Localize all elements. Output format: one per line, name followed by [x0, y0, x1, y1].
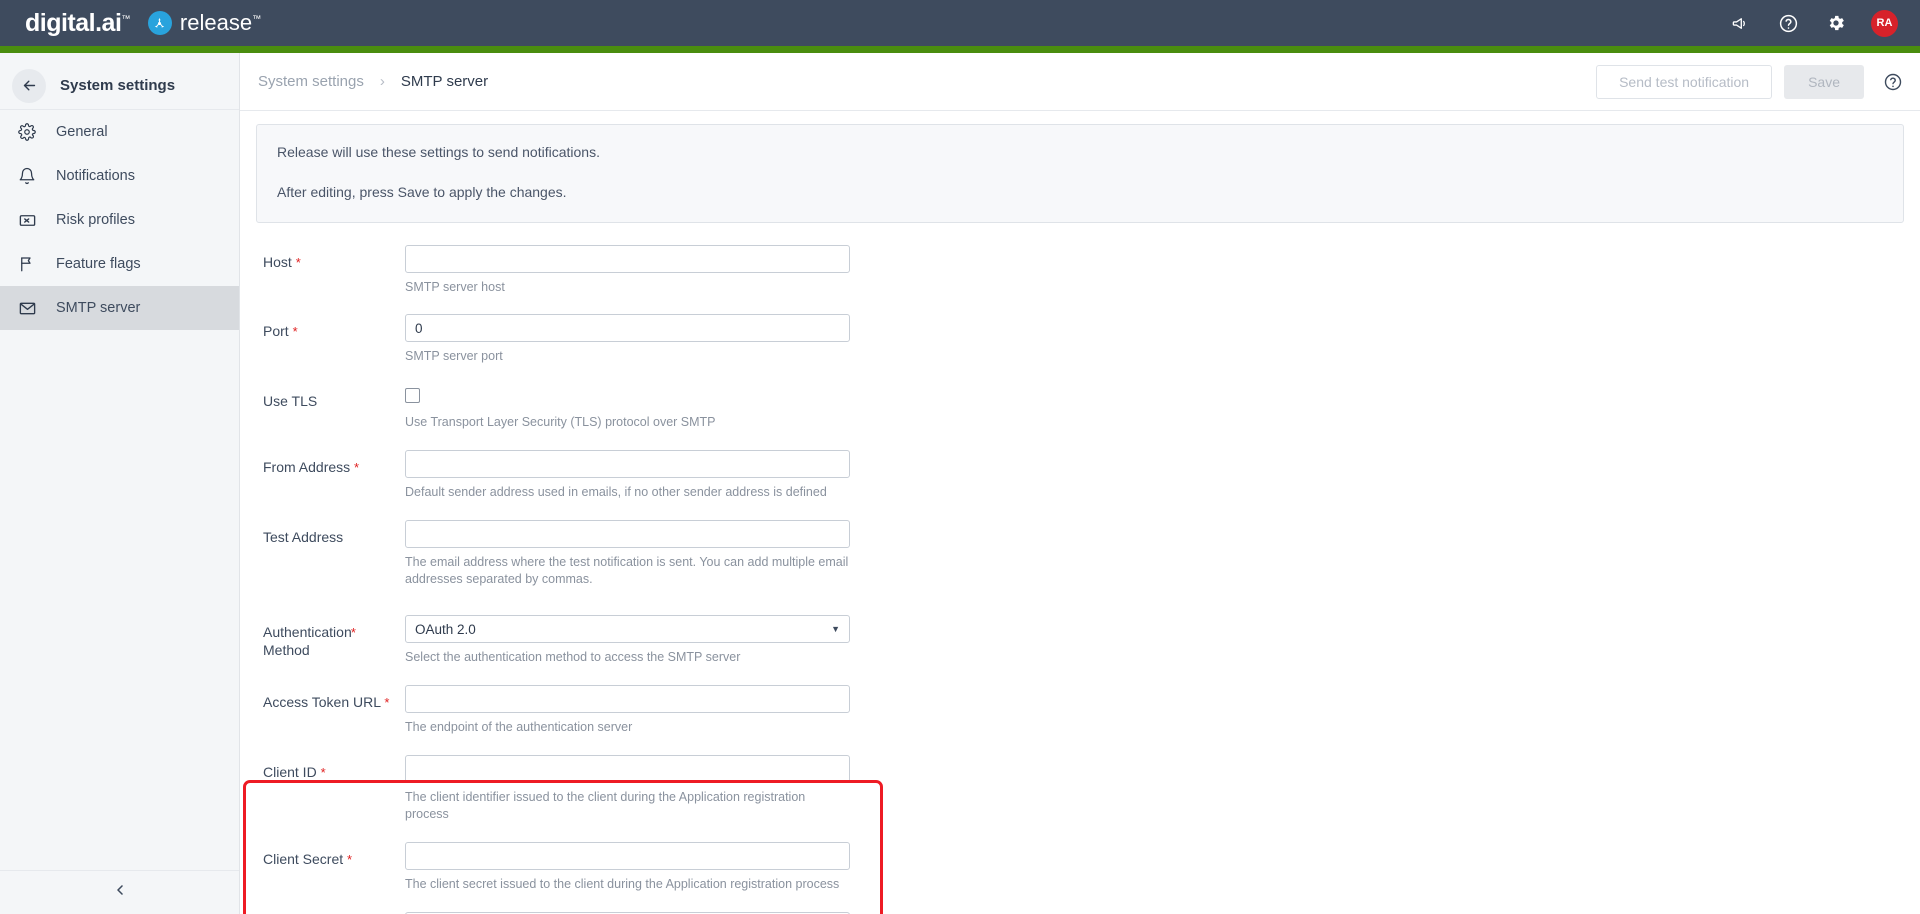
topbar-actions: RA	[1727, 9, 1920, 37]
release-trademark: ™	[252, 13, 262, 24]
chevron-left-icon	[112, 882, 128, 903]
field-label-access-token-url: Access Token URL *	[263, 693, 390, 710]
sidebar-item-smtp-server[interactable]: SMTP server	[0, 286, 239, 330]
brand-digitalai-text: digital.ai™	[25, 8, 130, 37]
flag-icon	[16, 253, 38, 275]
sidebar-collapse-button[interactable]	[0, 870, 239, 914]
field-row-test-address: Test Address The email address where the…	[250, 519, 1920, 590]
info-notice: Release will use these settings to send …	[256, 124, 1904, 223]
sidebar-item-label: General	[56, 124, 108, 140]
help-circle-icon[interactable]	[1882, 71, 1904, 93]
back-arrow-icon[interactable]	[12, 68, 46, 103]
sidebar-item-label: Feature flags	[56, 256, 141, 272]
access-token-url-input[interactable]	[405, 684, 850, 713]
sidebar-item-general[interactable]: General	[0, 110, 239, 154]
sidebar-item-label: Risk profiles	[56, 212, 135, 228]
field-help-client-secret: The client secret issued to the client d…	[405, 877, 840, 892]
field-label-test-address: Test Address	[263, 528, 344, 545]
breadcrumb: System settings › SMTP server	[240, 73, 488, 90]
required-asterisk: *	[350, 624, 356, 640]
field-label-host: Host *	[263, 253, 301, 270]
field-row-access-token-url: Access Token URL * The endpoint of the a…	[250, 684, 1920, 737]
field-row-from-address: From Address * Default sender address us…	[250, 449, 1920, 502]
field-help-client-id: The client identifier issued to the clie…	[405, 789, 806, 822]
gear-icon	[16, 121, 38, 143]
field-label-client-id: Client ID *	[263, 763, 326, 780]
field-help-test-address: The email address where the test notific…	[405, 554, 849, 587]
release-logo-icon	[147, 11, 172, 35]
top-bar: digital.ai™ release™ RA	[0, 0, 1920, 46]
sidebar-item-risk-profiles[interactable]: Risk profiles	[0, 198, 239, 242]
test-address-input[interactable]	[405, 519, 850, 548]
port-input[interactable]	[405, 314, 850, 343]
required-asterisk: *	[354, 459, 360, 475]
field-row-authentication-method: Authentication Method * OAuth 2.0 ▼ Sele…	[250, 601, 1920, 667]
chevron-down-icon: ▼	[831, 624, 840, 635]
gear-icon[interactable]	[1823, 10, 1849, 36]
brand-logo[interactable]: digital.ai™ release™	[0, 9, 261, 38]
sidebar-item-label: SMTP server	[56, 300, 141, 316]
page-header: System settings › SMTP server Send test …	[240, 53, 1920, 111]
sidebar: System settings General Notifications Ri…	[0, 53, 240, 914]
brand-trademark: ™	[121, 13, 130, 24]
field-label-client-secret: Client Secret *	[263, 851, 353, 868]
sidebar-item-notifications[interactable]: Notifications	[0, 154, 239, 198]
accent-bar	[0, 46, 1920, 53]
field-label-from-address: From Address *	[263, 458, 360, 475]
field-help-from-address: Default sender address used in emails, i…	[405, 484, 827, 499]
field-row-host: Host * SMTP server host	[250, 244, 1920, 297]
main-content: Release will use these settings to send …	[240, 111, 1920, 914]
field-help-access-token-url: The endpoint of the authentication serve…	[405, 719, 633, 734]
envelope-icon	[16, 297, 38, 319]
breadcrumb-separator-icon: ›	[379, 73, 385, 90]
field-help-host: SMTP server host	[405, 279, 505, 294]
client-id-input[interactable]	[405, 754, 850, 783]
field-label-authentication-method: Authentication Method *	[263, 624, 356, 659]
bell-icon	[16, 165, 38, 187]
authentication-method-select[interactable]: OAuth 2.0 ▼	[405, 615, 850, 644]
sidebar-item-feature-flags[interactable]: Feature flags	[0, 242, 239, 286]
sidebar-header: System settings	[0, 62, 239, 110]
required-asterisk: *	[320, 764, 326, 780]
field-help-authentication-method: Select the authentication method to acce…	[405, 650, 741, 665]
sidebar-title: System settings	[60, 77, 176, 94]
smtp-settings-form: Host * SMTP server host Port * SMTP serv…	[240, 223, 1920, 914]
from-address-input[interactable]	[405, 449, 850, 478]
notice-line-1: Release will use these settings to send …	[277, 144, 600, 160]
brand-release-text: release™	[179, 10, 262, 35]
field-row-use-tls: Use TLS Use Transport Layer Security (TL…	[250, 384, 1920, 432]
required-asterisk: *	[295, 254, 301, 270]
save-button[interactable]: Save	[1784, 64, 1864, 99]
field-row-client-secret: Client Secret * The client secret issued…	[250, 842, 1920, 894]
field-label-port: Port *	[263, 323, 298, 340]
field-row-port: Port * SMTP server port	[250, 314, 1920, 366]
sidebar-item-label: Notifications	[56, 168, 135, 184]
required-asterisk: *	[384, 694, 390, 710]
breadcrumb-current: SMTP server	[400, 73, 489, 90]
field-help-use-tls: Use Transport Layer Security (TLS) proto…	[405, 415, 716, 430]
client-secret-input[interactable]	[405, 842, 850, 871]
field-help-port: SMTP server port	[405, 349, 503, 364]
notice-line-2: After editing, press Save to apply the c…	[277, 184, 567, 201]
send-test-notification-button[interactable]: Send test notification	[1596, 64, 1773, 99]
use-tls-checkbox[interactable]	[405, 388, 420, 404]
page-header-actions: Send test notification Save	[1596, 64, 1920, 99]
avatar[interactable]: RA	[1871, 9, 1898, 37]
field-label-use-tls: Use TLS	[263, 393, 318, 410]
megaphone-icon[interactable]	[1727, 10, 1753, 36]
breadcrumb-parent[interactable]: System settings	[258, 73, 364, 90]
risk-profile-icon	[16, 209, 38, 231]
required-asterisk: *	[347, 852, 353, 868]
required-asterisk: *	[292, 324, 298, 340]
authentication-method-value: OAuth 2.0	[415, 621, 476, 637]
field-row-client-id: Client ID * The client identifier issued…	[250, 754, 1920, 825]
help-circle-icon[interactable]	[1775, 10, 1801, 36]
host-input[interactable]	[405, 244, 850, 273]
